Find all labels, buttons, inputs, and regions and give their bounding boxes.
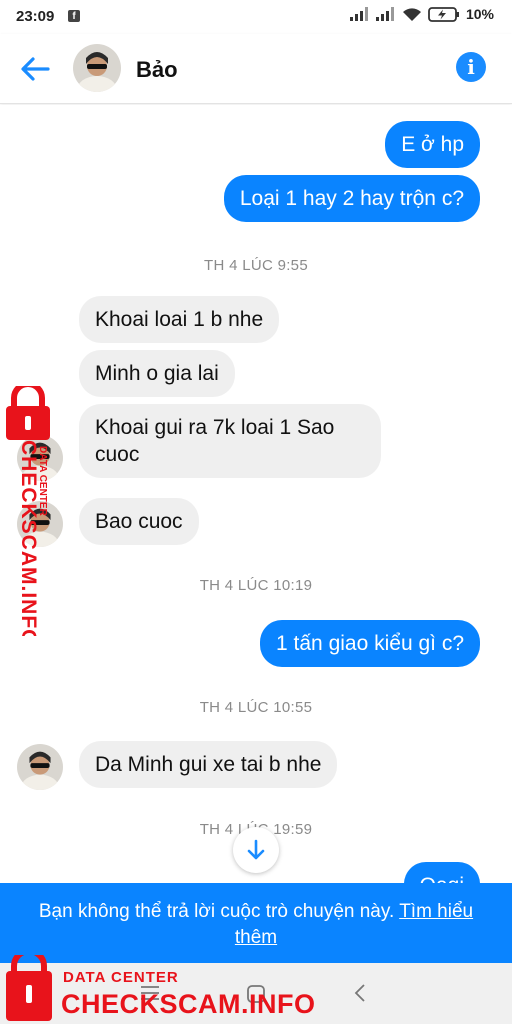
message-bubble-outgoing[interactable]: Oagi [403,862,480,883]
sender-avatar [17,744,63,790]
home-icon[interactable] [246,984,266,1004]
message-bubble-outgoing[interactable]: Loại 1 hay 2 hay trộn c? [223,175,480,222]
system-nav-bar [0,963,512,1024]
message-bubble-outgoing[interactable]: 1 tấn giao kiểu gì c? [260,620,480,667]
timestamp: TH 4 LÚC 9:55 [204,257,308,274]
signal-icon [349,7,368,21]
conversation-header: Bảo i [0,34,512,104]
message-bubble-outgoing[interactable]: E ở hp [385,121,480,168]
arrow-down-icon [247,839,265,860]
signal-icon [375,7,394,21]
back-arrow-icon[interactable] [18,52,52,86]
cannot-reply-banner: Bạn không thể trả lời cuộc trò chuyện nà… [0,883,512,963]
timestamp: TH 4 LÚC 10:55 [199,699,313,716]
message-bubble-incoming[interactable]: Bao cuoc [79,498,199,545]
battery-percent: 10% [465,6,494,22]
message-bubble-incoming[interactable]: Minh o gia lai [79,350,235,397]
menu-icon[interactable] [140,985,160,1001]
message-bubble-incoming[interactable]: Khoai loai 1 b nhe [79,296,280,343]
back-icon[interactable] [352,983,368,1003]
wifi-icon [402,7,421,21]
contact-avatar[interactable] [73,44,121,92]
message-list[interactable]: E ở hp Loại 1 hay 2 hay trộn c? TH 4 LÚC… [0,105,512,883]
contact-name: Bảo [136,57,178,82]
banner-text: Bạn không thể trả lời cuộc trò chuyện nà… [38,901,395,922]
scroll-to-bottom-button[interactable] [233,827,279,873]
status-time: 23:09 [16,8,55,25]
sender-avatar [17,435,63,481]
status-bar: 23:09 f 10% [0,0,512,34]
battery-charging-icon [428,6,459,22]
message-bubble-incoming[interactable]: Khoai gui ra 7k loai 1 Sao cuoc [79,404,381,478]
status-icons: 10% [349,6,494,22]
timestamp: TH 4 LÚC 10:19 [199,577,313,594]
facebook-icon: f [68,10,80,22]
sender-avatar [17,501,63,547]
info-icon[interactable]: i [456,52,486,82]
message-bubble-incoming[interactable]: Da Minh gui xe tai b nhe [79,741,338,788]
